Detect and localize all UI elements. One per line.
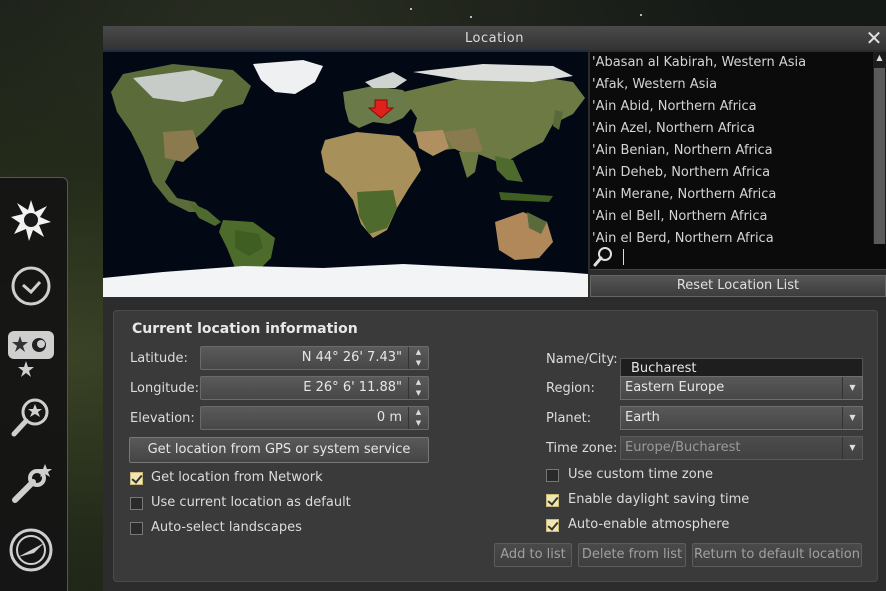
- city-search-input[interactable]: [622, 248, 872, 266]
- longitude-spinbox[interactable]: E 26° 6' 11.88" ▲ ▼: [200, 376, 429, 400]
- network-checkbox[interactable]: [130, 472, 143, 485]
- list-item[interactable]: 'Ain Benian, Northern Africa: [590, 140, 873, 162]
- auto-landscapes-label: Auto-select landscapes: [151, 520, 302, 535]
- latitude-value: N 44° 26' 7.43": [301, 350, 402, 365]
- close-icon[interactable]: ✕: [864, 27, 884, 49]
- delete-from-list-button[interactable]: Delete from list: [578, 543, 686, 567]
- daylight-saving-label: Enable daylight saving time: [568, 492, 750, 507]
- planet-label: Planet:: [546, 411, 592, 426]
- gps-location-button[interactable]: Get location from GPS or system service: [129, 437, 429, 463]
- sky-view-icon[interactable]: [1, 322, 61, 382]
- current-location-panel: Current location information Latitude: N…: [113, 310, 878, 582]
- custom-timezone-label: Use custom time zone: [568, 467, 713, 482]
- timezone-value: Europe/Bucharest: [625, 440, 741, 455]
- compass-icon[interactable]: [1, 520, 61, 580]
- auto-atmosphere-checkbox[interactable]: [546, 519, 559, 532]
- default-location-checkbox[interactable]: [130, 497, 143, 510]
- elevation-value: 0 m: [376, 410, 402, 425]
- list-item[interactable]: 'Ain Azel, Northern Africa: [590, 118, 873, 140]
- chevron-up-icon[interactable]: ▲: [409, 377, 428, 388]
- city-search-row: [590, 244, 886, 270]
- longitude-value: E 26° 6' 11.88": [303, 380, 402, 395]
- list-item[interactable]: 'Afak, Western Asia: [590, 74, 873, 96]
- region-value: Eastern Europe: [625, 380, 725, 395]
- chevron-down-icon[interactable]: ▼: [409, 418, 428, 429]
- add-to-list-button[interactable]: Add to list: [494, 543, 572, 567]
- world-map[interactable]: [103, 52, 588, 297]
- chevron-down-icon[interactable]: ▼: [842, 377, 862, 399]
- planet-value: Earth: [625, 410, 660, 425]
- auto-landscapes-checkbox[interactable]: [130, 522, 143, 535]
- clock-icon[interactable]: [1, 256, 61, 316]
- wrench-icon[interactable]: [1, 454, 61, 514]
- timezone-select[interactable]: Europe/Bucharest ▼: [620, 436, 863, 460]
- scroll-thumb[interactable]: [874, 68, 885, 246]
- default-location-label: Use current location as default: [151, 495, 351, 510]
- list-item[interactable]: 'Ain Deheb, Northern Africa: [590, 162, 873, 184]
- search-icon: [593, 247, 612, 267]
- region-label: Region:: [546, 381, 595, 396]
- star: [410, 8, 412, 10]
- elevation-spinbox[interactable]: 0 m ▲ ▼: [200, 406, 429, 430]
- latitude-label: Latitude:: [130, 351, 188, 366]
- chevron-up-icon[interactable]: ▲: [409, 407, 428, 418]
- panel-title: Current location information: [132, 321, 358, 337]
- region-select[interactable]: Eastern Europe ▼: [620, 376, 863, 400]
- network-label: Get location from Network: [151, 470, 323, 485]
- chevron-down-icon[interactable]: ▼: [842, 407, 862, 429]
- chevron-down-icon[interactable]: ▼: [409, 388, 428, 399]
- latitude-stepper[interactable]: ▲ ▼: [408, 347, 428, 369]
- list-item[interactable]: 'Ain Merane, Northern Africa: [590, 184, 873, 206]
- list-item[interactable]: 'Abasan al Kabirah, Western Asia: [590, 52, 873, 74]
- custom-timezone-checkbox[interactable]: [546, 469, 559, 482]
- longitude-stepper[interactable]: ▲ ▼: [408, 377, 428, 399]
- list-item[interactable]: 'Ain Abid, Northern Africa: [590, 96, 873, 118]
- name-city-label: Name/City:: [546, 352, 618, 367]
- window-title: Location: [103, 26, 886, 50]
- reset-location-list-button[interactable]: Reset Location List: [590, 275, 886, 297]
- scroll-up-arrow-icon[interactable]: ▲: [873, 52, 886, 64]
- star: [470, 16, 472, 18]
- auto-atmosphere-label: Auto-enable atmosphere: [568, 517, 730, 532]
- star: [640, 14, 642, 16]
- sun-icon[interactable]: [1, 190, 61, 250]
- planet-select[interactable]: Earth ▼: [620, 406, 863, 430]
- city-list[interactable]: 'Abasan al Kabirah, Western Asia 'Afak, …: [590, 52, 873, 266]
- latitude-spinbox[interactable]: N 44° 26' 7.43" ▲ ▼: [200, 346, 429, 370]
- left-toolbar: [0, 177, 68, 591]
- text-caret: [623, 249, 624, 265]
- daylight-saving-checkbox[interactable]: [546, 494, 559, 507]
- chevron-down-icon[interactable]: ▼: [842, 437, 862, 459]
- longitude-label: Longitude:: [130, 381, 200, 396]
- location-window: Location ✕ 'Abasan al Kabirah, Western A…: [103, 26, 886, 591]
- list-item[interactable]: 'Ain el Bell, Northern Africa: [590, 206, 873, 228]
- return-default-location-button[interactable]: Return to default location: [692, 543, 862, 567]
- city-list-scrollbar[interactable]: ▲ ▼: [873, 52, 886, 266]
- timezone-label: Time zone:: [546, 441, 618, 456]
- search-icon[interactable]: [1, 388, 61, 448]
- elevation-label: Elevation:: [130, 411, 195, 426]
- chevron-up-icon[interactable]: ▲: [409, 347, 428, 358]
- elevation-stepper[interactable]: ▲ ▼: [408, 407, 428, 429]
- chevron-down-icon[interactable]: ▼: [409, 358, 428, 369]
